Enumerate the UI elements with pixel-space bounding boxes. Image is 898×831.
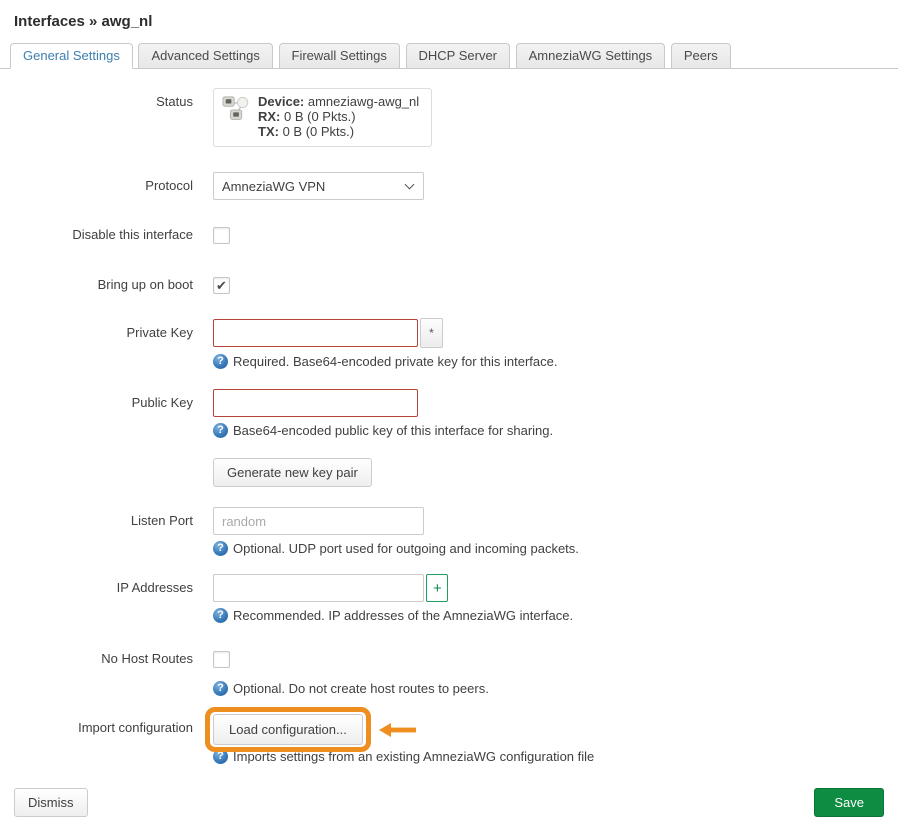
form-row-bring-up-on-boot: Bring up on boot [14,275,884,297]
annotation-arrow-icon [379,723,417,737]
add-ip-address-button[interactable]: + [426,574,448,602]
import-configuration-label: Import configuration [14,714,193,764]
no-host-routes-checkbox[interactable] [213,651,230,668]
disable-interface-label: Disable this interface [14,225,193,247]
public-key-help: ? Base64-encoded public key of this inte… [213,423,553,438]
listen-port-label: Listen Port [14,507,193,556]
form-row-ip-addresses: IP Addresses + ? Recommended. IP address… [14,574,884,623]
bring-up-on-boot-label: Bring up on boot [14,275,193,297]
tab-bar: General Settings Advanced Settings Firew… [0,42,898,69]
protocol-label: Protocol [14,172,193,200]
status-device-line: Device: amneziawg-awg_nl [258,94,419,109]
tab-advanced-settings[interactable]: Advanced Settings [138,43,272,69]
status-label: Status [14,88,193,147]
page-title: Interfaces » awg_nl [0,0,898,42]
bring-up-on-boot-checkbox[interactable] [213,277,230,294]
form-row-listen-port: Listen Port ? Optional. UDP port used fo… [14,507,884,556]
dismiss-button[interactable]: Dismiss [14,788,88,817]
action-bar: Dismiss Save [0,764,898,831]
form-row-private-key: Private Key * ? Required. Base64-encoded… [14,319,884,369]
form-row-public-key: Public Key ? Base64-encoded public key o… [14,389,884,438]
help-icon: ? [213,749,228,764]
form-row-protocol: Protocol AmneziaWG VPN [14,172,884,200]
private-key-input[interactable] [213,319,418,347]
ip-addresses-help: ? Recommended. IP addresses of the Amnez… [213,608,573,623]
private-key-help: ? Required. Base64-encoded private key f… [213,354,557,369]
help-icon: ? [213,423,228,438]
import-configuration-help: ? Imports settings from an existing Amne… [213,749,594,764]
listen-port-input[interactable] [213,507,424,535]
ip-addresses-input[interactable] [213,574,424,602]
reveal-password-button[interactable]: * [420,318,443,348]
form-row-disable-interface: Disable this interface [14,225,884,247]
tab-amneziawg-settings[interactable]: AmneziaWG Settings [516,43,666,69]
tab-general-settings[interactable]: General Settings [10,43,133,69]
load-configuration-button[interactable]: Load configuration... [213,714,363,745]
tab-peers[interactable]: Peers [671,43,731,69]
no-host-routes-label: No Host Routes [14,649,193,696]
generate-key-pair-button[interactable]: Generate new key pair [213,458,372,487]
form-row-generate-keypair: Generate new key pair [14,458,884,487]
private-key-label: Private Key [14,319,193,369]
general-settings-panel: Status Device: amneziawg-awg_nl RX: 0 B … [0,69,898,764]
public-key-input[interactable] [213,389,418,417]
status-tx-line: TX: 0 B (0 Pkts.) [258,124,419,139]
tunnel-icon [222,95,252,125]
disable-interface-checkbox[interactable] [213,227,230,244]
form-row-no-host-routes: No Host Routes ? Optional. Do not create… [14,649,884,696]
tab-firewall-settings[interactable]: Firewall Settings [279,43,400,69]
help-icon: ? [213,354,228,369]
status-rx-line: RX: 0 B (0 Pkts.) [258,109,419,124]
listen-port-help: ? Optional. UDP port used for outgoing a… [213,541,579,556]
form-row-import-configuration: Import configuration Load configuration.… [14,714,884,764]
help-icon: ? [213,681,228,696]
tab-dhcp-server[interactable]: DHCP Server [406,43,511,69]
protocol-select[interactable]: AmneziaWG VPN [213,172,424,200]
public-key-label: Public Key [14,389,193,438]
save-button[interactable]: Save [814,788,884,817]
help-icon: ? [213,608,228,623]
ip-addresses-label: IP Addresses [14,574,193,623]
no-host-routes-help: ? Optional. Do not create host routes to… [213,681,489,696]
help-icon: ? [213,541,228,556]
interface-status-box: Device: amneziawg-awg_nl RX: 0 B (0 Pkts… [213,88,432,147]
form-row-status: Status Device: amneziawg-awg_nl RX: 0 B … [14,88,884,147]
